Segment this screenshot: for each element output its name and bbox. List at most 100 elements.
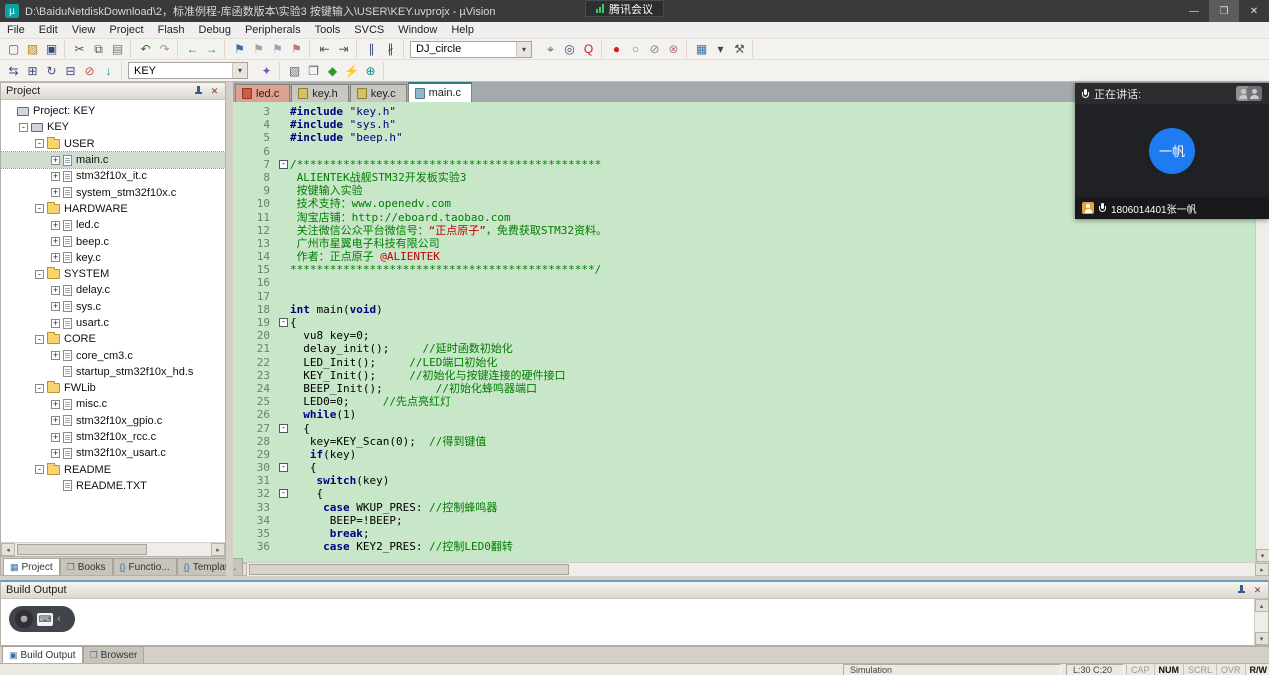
tree-item[interactable]: + stm32f10x_it.c — [1, 168, 225, 184]
enable-breakpoint-icon[interactable]: ○ — [626, 41, 645, 58]
keyboard-icon[interactable]: ⌨ — [37, 613, 53, 626]
tree-expander[interactable]: + — [51, 319, 60, 328]
fold-marker[interactable] — [279, 356, 290, 369]
menu-item[interactable]: SVCS — [347, 23, 391, 37]
fold-marker[interactable] — [279, 474, 290, 487]
scrollbar-thumb[interactable] — [249, 564, 569, 575]
manage-runtime-environment-icon[interactable]: ◆ — [323, 62, 342, 79]
tree-expander[interactable]: + — [51, 433, 60, 442]
disable-all-breakpoints-icon[interactable]: ⊘ — [645, 41, 664, 58]
menu-item[interactable]: Edit — [32, 23, 65, 37]
tree-item[interactable]: - README — [1, 462, 225, 478]
clear-bookmarks-icon[interactable]: ⚑ — [287, 41, 306, 58]
tree-item[interactable]: + stm32f10x_rcc.c — [1, 429, 225, 445]
fold-marker[interactable]: - — [279, 463, 288, 472]
tree-expander[interactable]: - — [35, 139, 44, 148]
fold-marker[interactable] — [279, 501, 290, 514]
tree-item[interactable]: + beep.c — [1, 233, 225, 249]
tree-item[interactable]: - CORE — [1, 331, 225, 347]
scroll-left-icon[interactable]: ◂ — [1, 543, 15, 556]
fold-marker[interactable] — [279, 276, 290, 289]
editor-tab[interactable]: led.c — [235, 84, 290, 102]
menu-item[interactable]: Help — [444, 23, 481, 37]
kill-all-breakpoints-icon[interactable]: ⊗ — [664, 41, 683, 58]
tree-expander[interactable]: + — [51, 237, 60, 246]
copy-icon[interactable]: ⧉ — [89, 41, 108, 58]
menu-item[interactable]: Project — [102, 23, 150, 37]
tree-item[interactable]: - KEY — [1, 119, 225, 135]
fold-marker[interactable] — [279, 395, 290, 408]
uncomment-selection-icon[interactable]: ∦ — [381, 41, 400, 58]
tree-expander[interactable]: + — [51, 188, 60, 197]
manage-books-icon[interactable]: ❐ — [304, 62, 323, 79]
editor-hscrollbar[interactable]: ◂ ▸ — [233, 562, 1269, 576]
outdent-icon[interactable]: ⇤ — [315, 41, 334, 58]
configure-icon[interactable]: ⚒ — [730, 41, 749, 58]
tree-expander[interactable]: - — [35, 204, 44, 213]
fold-marker[interactable] — [279, 211, 290, 224]
tree-expander[interactable]: + — [51, 221, 60, 230]
search-icon[interactable]: Q — [579, 41, 598, 58]
scrollbar-thumb[interactable] — [17, 544, 147, 555]
tree-expander[interactable]: - — [35, 384, 44, 393]
fold-marker[interactable] — [279, 527, 290, 540]
panel-tab[interactable]: {} Templat... — [177, 558, 243, 575]
menu-item[interactable]: View — [65, 23, 103, 37]
pack-installer-icon[interactable]: ⊕ — [361, 62, 380, 79]
fold-marker[interactable] — [279, 342, 290, 355]
tree-expander[interactable]: + — [51, 416, 60, 425]
tree-item[interactable]: - FWLib — [1, 380, 225, 396]
find-icon[interactable]: ◎ — [560, 41, 579, 58]
chevron-down-icon[interactable]: ▾ — [232, 63, 247, 78]
tree-expander[interactable]: - — [19, 123, 28, 132]
project-hscrollbar[interactable]: ◂ ▸ — [1, 542, 225, 556]
menu-item[interactable]: Tools — [308, 23, 348, 37]
fold-marker[interactable] — [279, 448, 290, 461]
pin-icon[interactable] — [194, 86, 203, 96]
fold-marker[interactable] — [279, 145, 290, 158]
fold-marker[interactable] — [279, 184, 290, 197]
batch-build-icon[interactable]: ⊟ — [61, 62, 80, 79]
tree-expander[interactable]: + — [51, 253, 60, 262]
fold-marker[interactable]: - — [279, 160, 288, 169]
build-output-content[interactable] — [1, 599, 1254, 645]
tree-item[interactable]: + stm32f10x_gpio.c — [1, 413, 225, 429]
tree-item[interactable]: + usart.c — [1, 315, 225, 331]
fold-marker[interactable] — [279, 369, 290, 382]
output-tab[interactable]: ❐ Browser — [83, 646, 145, 663]
fold-marker[interactable] — [279, 250, 290, 263]
tree-item[interactable]: + sys.c — [1, 299, 225, 315]
fold-marker[interactable] — [279, 131, 290, 144]
download-icon[interactable]: ↓ — [99, 62, 118, 79]
fold-marker[interactable] — [279, 105, 290, 118]
tree-item[interactable]: + misc.c — [1, 396, 225, 412]
rebuild-all-icon[interactable]: ↻ — [42, 62, 61, 79]
fold-marker[interactable] — [279, 171, 290, 184]
fold-marker[interactable] — [279, 408, 290, 421]
tree-item[interactable]: README.TXT — [1, 478, 225, 494]
fold-marker[interactable] — [279, 237, 290, 250]
build-icon[interactable]: ⊞ — [23, 62, 42, 79]
scroll-right-icon[interactable]: ▸ — [211, 543, 225, 556]
close-button[interactable]: ✕ — [1239, 0, 1269, 22]
panel-tab[interactable]: ❐ Books — [60, 558, 113, 575]
tree-expander[interactable]: - — [35, 270, 44, 279]
undo-icon[interactable]: ↶ — [136, 41, 155, 58]
fold-marker[interactable] — [279, 382, 290, 395]
fold-marker[interactable] — [279, 303, 290, 316]
tree-expander[interactable]: + — [51, 286, 60, 295]
tree-item[interactable]: - HARDWARE — [1, 201, 225, 217]
editor-tab[interactable]: main.c — [408, 82, 472, 102]
tree-expander[interactable]: + — [51, 400, 60, 409]
fold-marker[interactable] — [279, 514, 290, 527]
fold-marker[interactable]: - — [279, 424, 288, 433]
menu-item[interactable]: Debug — [192, 23, 238, 37]
toggle-bookmark-icon[interactable]: ⚑ — [230, 41, 249, 58]
emoji-icon[interactable]: ☻ — [15, 610, 33, 628]
fold-marker[interactable] — [279, 435, 290, 448]
cut-icon[interactable]: ✂ — [70, 41, 89, 58]
insert-breakpoint-icon[interactable]: ● — [607, 41, 626, 58]
scroll-down-icon[interactable]: ▾ — [1255, 632, 1269, 645]
tree-expander[interactable]: + — [51, 302, 60, 311]
tree-item[interactable]: + delay.c — [1, 282, 225, 298]
